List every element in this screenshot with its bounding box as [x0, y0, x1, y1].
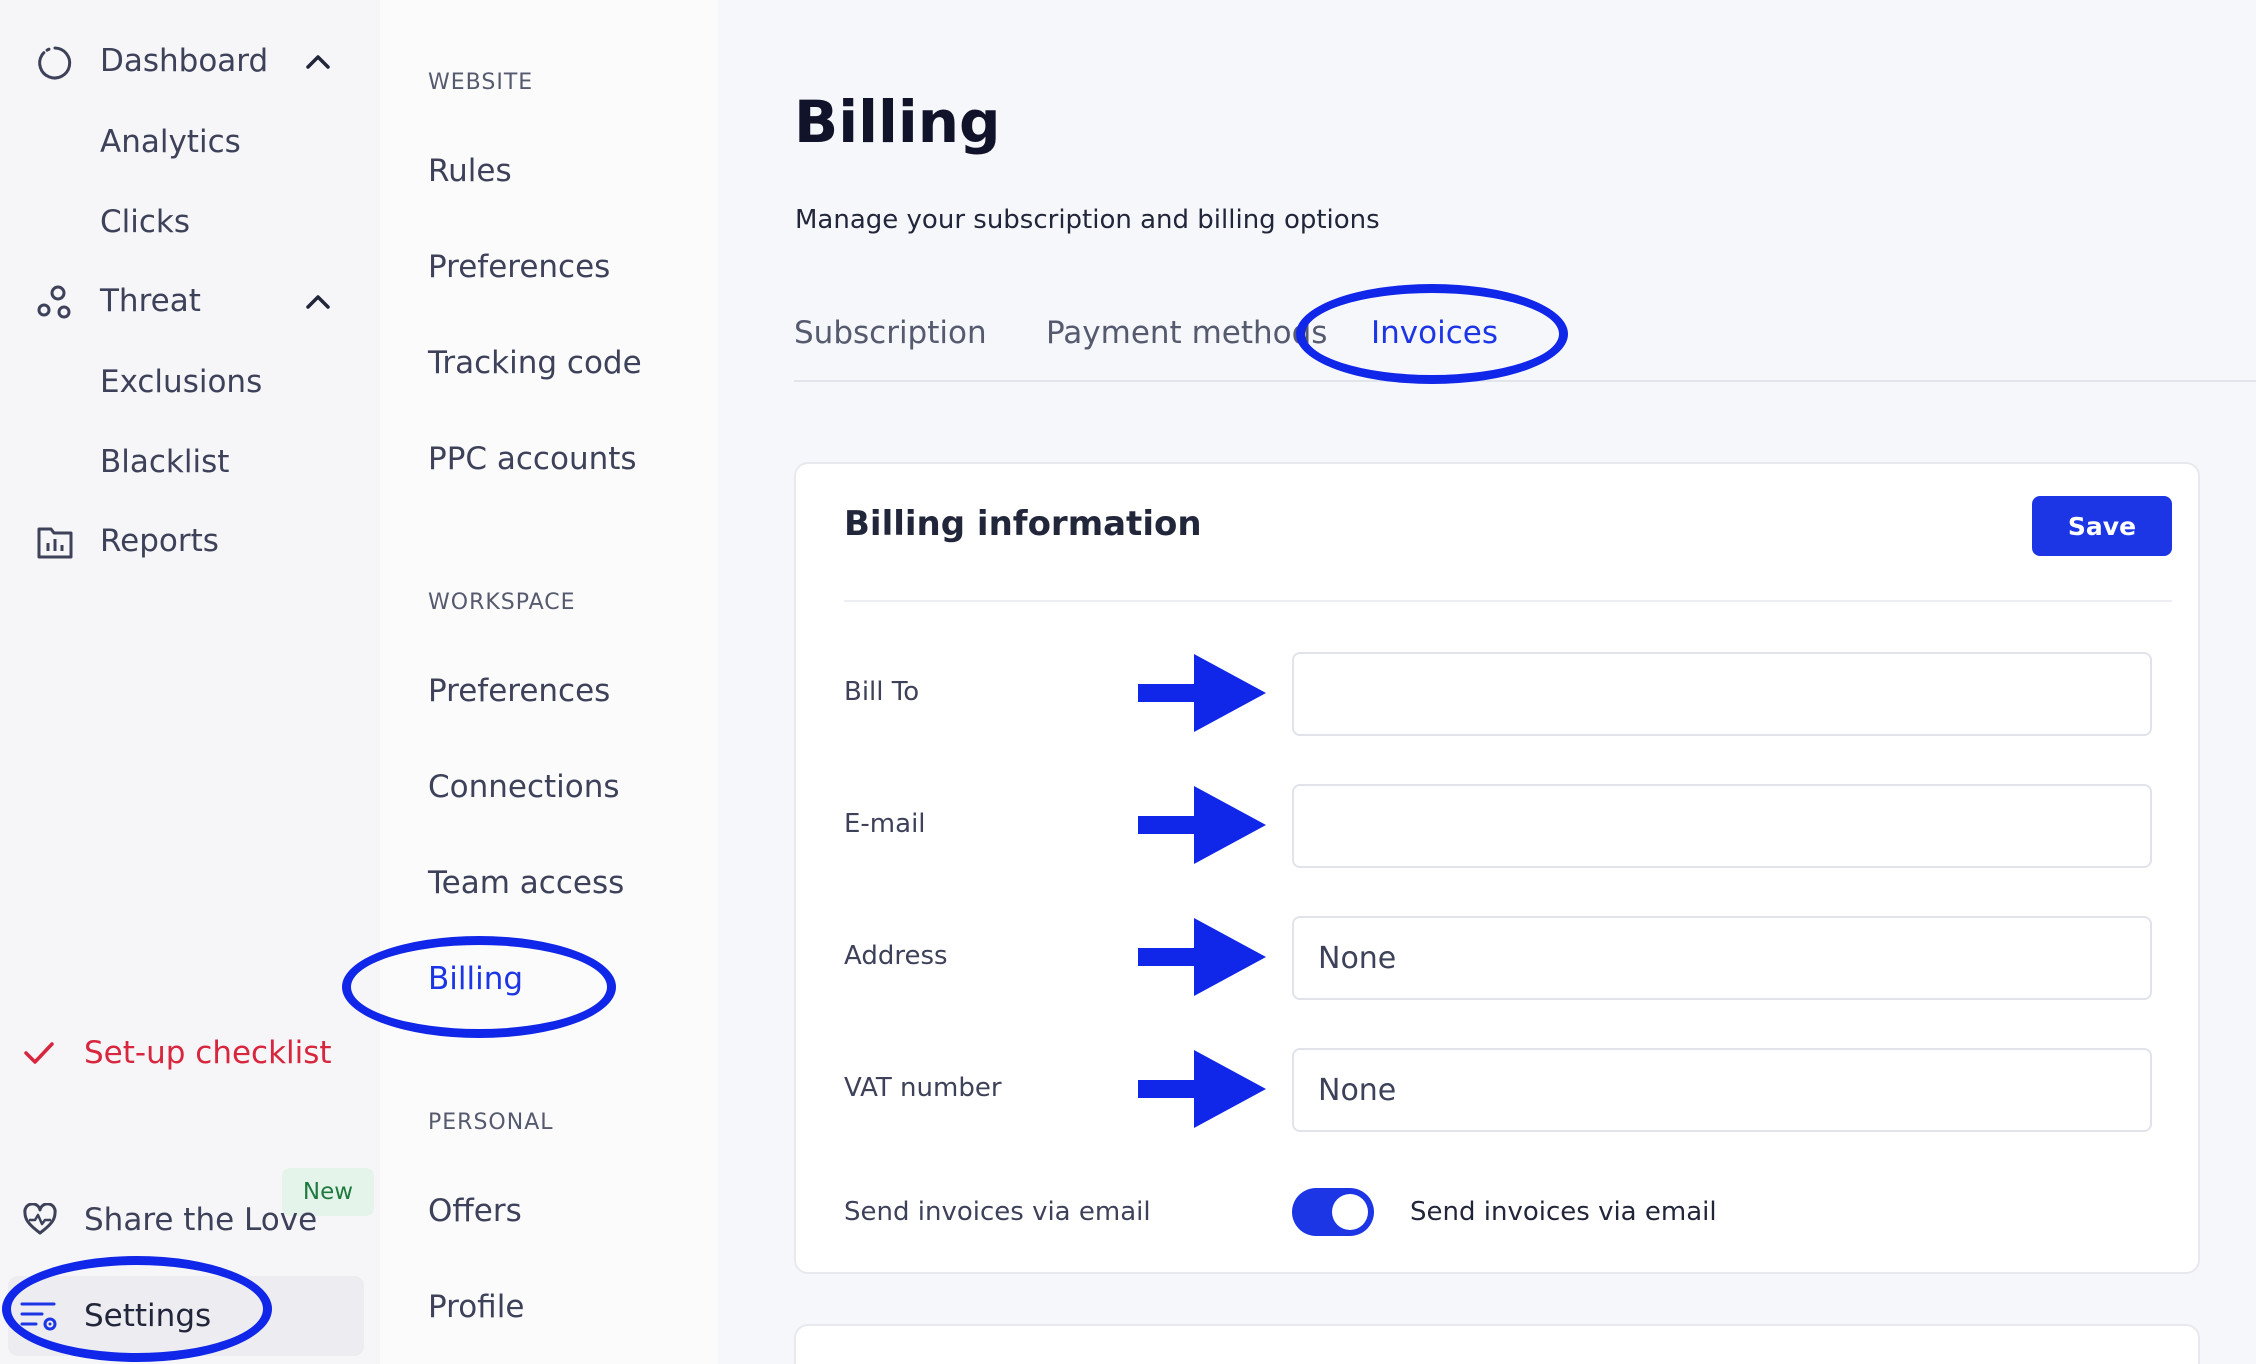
primary-sidebar: Dashboard Analytics Clicks Threat Exclus… [0, 0, 380, 1364]
nav-reports-label: Reports [100, 523, 219, 559]
heart-pulse-icon [23, 1203, 57, 1235]
bill-to-label: Bill To [844, 677, 920, 707]
toggle-knob [1332, 1194, 1368, 1230]
chevron-up-icon[interactable] [302, 286, 334, 318]
next-card [794, 1324, 2200, 1364]
submenu-preferences[interactable]: Preferences [428, 242, 610, 292]
nav-dashboard[interactable]: Dashboard [0, 26, 360, 96]
email-input[interactable] [1292, 784, 2152, 868]
email-label: E-mail [844, 809, 926, 839]
share-the-love-label: Share the Love [84, 1202, 318, 1238]
tab-divider [794, 380, 2256, 382]
setup-checklist-link[interactable]: Set-up checklist [22, 1025, 332, 1081]
vat-number-input[interactable] [1292, 1048, 2152, 1132]
main-content: Billing Manage your subscription and bil… [718, 0, 2256, 1364]
nav-threat[interactable]: Threat [0, 266, 360, 336]
nav-analytics[interactable]: Analytics [100, 112, 241, 172]
tab-subscription[interactable]: Subscription [794, 310, 987, 356]
annotation-arrow-icon [1138, 654, 1266, 732]
card-divider [844, 600, 2172, 602]
dashboard-icon [38, 46, 72, 80]
nav-exclusions[interactable]: Exclusions [100, 352, 262, 412]
tab-payment-methods[interactable]: Payment methods [1046, 310, 1327, 356]
section-website-label: WEBSITE [428, 70, 534, 95]
send-invoices-toggle-label: Send invoices via email [1410, 1197, 1717, 1227]
send-invoices-toggle[interactable] [1292, 1188, 1374, 1236]
send-invoices-label: Send invoices via email [844, 1197, 1151, 1227]
submenu-connections[interactable]: Connections [428, 762, 620, 812]
share-the-love-link[interactable]: Share the Love [22, 1192, 317, 1248]
nav-threat-label: Threat [100, 283, 201, 319]
settings-sliders-icon [20, 1302, 57, 1331]
nav-clicks[interactable]: Clicks [100, 192, 190, 252]
page-title: Billing [794, 88, 1001, 156]
settings-submenu: WEBSITE Rules Preferences Tracking code … [380, 0, 718, 1364]
save-button[interactable]: Save [2032, 496, 2172, 556]
bill-to-input[interactable] [1292, 652, 2152, 736]
page-subtitle: Manage your subscription and billing opt… [795, 205, 1380, 235]
section-personal-label: PERSONAL [428, 1110, 554, 1135]
tab-invoices[interactable]: Invoices [1371, 310, 1498, 356]
vat-number-label: VAT number [844, 1073, 1002, 1103]
annotation-arrow-icon [1138, 786, 1266, 864]
nav-settings-label: Settings [84, 1298, 212, 1334]
submenu-ppc-accounts[interactable]: PPC accounts [428, 434, 637, 484]
chevron-up-icon[interactable] [302, 46, 334, 78]
annotation-arrow-icon [1138, 1050, 1266, 1128]
submenu-profile[interactable]: Profile [428, 1282, 524, 1332]
submenu-team-access[interactable]: Team access [428, 858, 624, 908]
address-label: Address [844, 941, 948, 971]
billing-information-title: Billing information [844, 504, 1202, 544]
setup-checklist-label: Set-up checklist [84, 1035, 332, 1071]
submenu-billing[interactable]: Billing [428, 954, 523, 1004]
billing-information-card: Billing information Save Bill To E-mail … [794, 462, 2200, 1274]
section-workspace-label: WORKSPACE [428, 590, 576, 615]
annotation-arrow-icon [1138, 918, 1266, 996]
nav-settings[interactable]: Settings [8, 1276, 364, 1356]
nav-dashboard-label: Dashboard [100, 43, 269, 79]
submenu-offers[interactable]: Offers [428, 1186, 522, 1236]
submenu-workspace-preferences[interactable]: Preferences [428, 666, 610, 716]
threat-icon [37, 285, 71, 319]
check-icon [24, 1042, 54, 1064]
submenu-rules[interactable]: Rules [428, 146, 512, 196]
reports-icon [37, 527, 73, 559]
nav-blacklist[interactable]: Blacklist [100, 432, 229, 492]
nav-reports[interactable]: Reports [0, 506, 360, 576]
submenu-tracking-code[interactable]: Tracking code [428, 338, 642, 388]
address-input[interactable] [1292, 916, 2152, 1000]
